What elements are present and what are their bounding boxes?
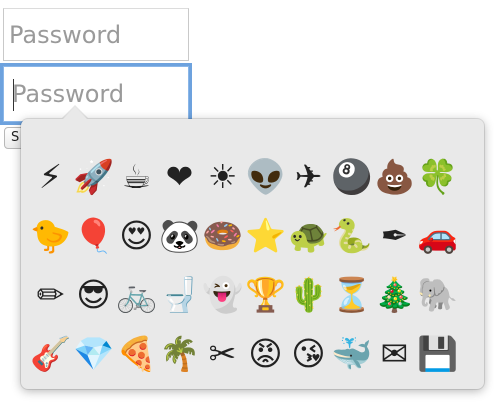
password-field-1[interactable]: Password xyxy=(3,8,189,61)
emoji-star-icon[interactable]: ⭐ xyxy=(244,206,287,265)
emoji-rocket-icon[interactable]: 🚀 xyxy=(72,147,115,206)
emoji-doughnut-icon[interactable]: 🍩 xyxy=(201,206,244,265)
popover-arrow xyxy=(63,107,87,119)
emoji-guitar-icon[interactable]: 🎸 xyxy=(29,324,72,383)
emoji-floppy-disk-icon[interactable]: 💾 xyxy=(416,324,459,383)
emoji-automobile-icon[interactable]: 🚗 xyxy=(416,206,459,265)
emoji-pile-of-poo-icon[interactable]: 💩 xyxy=(373,147,416,206)
emoji-black-heart-icon[interactable]: ❤ xyxy=(158,147,201,206)
emoji-heart-eyes-icon[interactable]: 😍 xyxy=(115,206,158,265)
emoji-face-blowing-kiss-icon[interactable]: 😘 xyxy=(287,324,330,383)
emoji-sun-icon[interactable]: ☀ xyxy=(201,147,244,206)
emoji-hourglass-icon[interactable]: ⏳ xyxy=(330,265,373,324)
emoji-panda-icon[interactable]: 🐼 xyxy=(158,206,201,265)
emoji-bicycle-icon[interactable]: 🚲 xyxy=(115,265,158,324)
text-caret xyxy=(13,79,14,111)
emoji-high-voltage-icon[interactable]: ⚡ xyxy=(29,147,72,206)
emoji-ghost-icon[interactable]: 👻 xyxy=(201,265,244,324)
emoji-hot-beverage-icon[interactable]: ☕ xyxy=(115,147,158,206)
emoji-balloon-icon[interactable]: 🎈 xyxy=(72,206,115,265)
password-field-2-focused[interactable]: Password xyxy=(3,66,189,122)
emoji-trophy-icon[interactable]: 🏆 xyxy=(244,265,287,324)
password-field-1-placeholder: Password xyxy=(9,20,122,49)
emoji-scissors-icon[interactable]: ✂ xyxy=(201,324,244,383)
emoji-four-leaf-clover-icon[interactable]: 🍀 xyxy=(416,147,459,206)
emoji-snake-icon[interactable]: 🐍 xyxy=(330,206,373,265)
emoji-cactus-icon[interactable]: 🌵 xyxy=(287,265,330,324)
emoji-elephant-icon[interactable]: 🐘 xyxy=(416,265,459,324)
emoji-picker-popover: ⚡ 🚀 ☕ ❤ ☀ 👽 ✈ 🎱 💩 🍀 🐤 🎈 😍 🐼 🍩 ⭐ 🐢 🐍 ✒ 🚗 ✏ 😎 🚲 🚽 👻 🏆 🌵 ⏳ 🎄 🐘 🎸 💎 🍕 🌴 ✂ 😡 😘 🐳 ✉ 💾 xyxy=(21,105,484,389)
emoji-envelope-icon[interactable]: ✉ xyxy=(373,324,416,383)
emoji-spouting-whale-icon[interactable]: 🐳 xyxy=(330,324,373,383)
emoji-sunglasses-face-icon[interactable]: 😎 xyxy=(72,265,115,324)
emoji-grid: ⚡ 🚀 ☕ ❤ ☀ 👽 ✈ 🎱 💩 🍀 🐤 🎈 😍 🐼 🍩 ⭐ 🐢 🐍 ✒ 🚗 ✏ 😎 🚲 🚽 👻 🏆 🌵 ⏳ 🎄 🐘 🎸 💎 🍕 🌴 ✂ 😡 😘 🐳 ✉ 💾 xyxy=(29,147,459,383)
emoji-black-nib-icon[interactable]: ✒ xyxy=(373,206,416,265)
emoji-pencil-icon[interactable]: ✏ xyxy=(29,265,72,324)
emoji-palm-tree-icon[interactable]: 🌴 xyxy=(158,324,201,383)
emoji-baby-chick-icon[interactable]: 🐤 xyxy=(29,206,72,265)
emoji-pool-8-ball-icon[interactable]: 🎱 xyxy=(330,147,373,206)
emoji-toilet-icon[interactable]: 🚽 xyxy=(158,265,201,324)
emoji-pizza-icon[interactable]: 🍕 xyxy=(115,324,158,383)
emoji-pouting-face-icon[interactable]: 😡 xyxy=(244,324,287,383)
emoji-turtle-icon[interactable]: 🐢 xyxy=(287,206,330,265)
emoji-gem-icon[interactable]: 💎 xyxy=(72,324,115,383)
emoji-airplane-icon[interactable]: ✈ xyxy=(287,147,330,206)
password-field-2-placeholder: Password xyxy=(12,80,125,108)
emoji-christmas-tree-icon[interactable]: 🎄 xyxy=(373,265,416,324)
emoji-alien-icon[interactable]: 👽 xyxy=(244,147,287,206)
